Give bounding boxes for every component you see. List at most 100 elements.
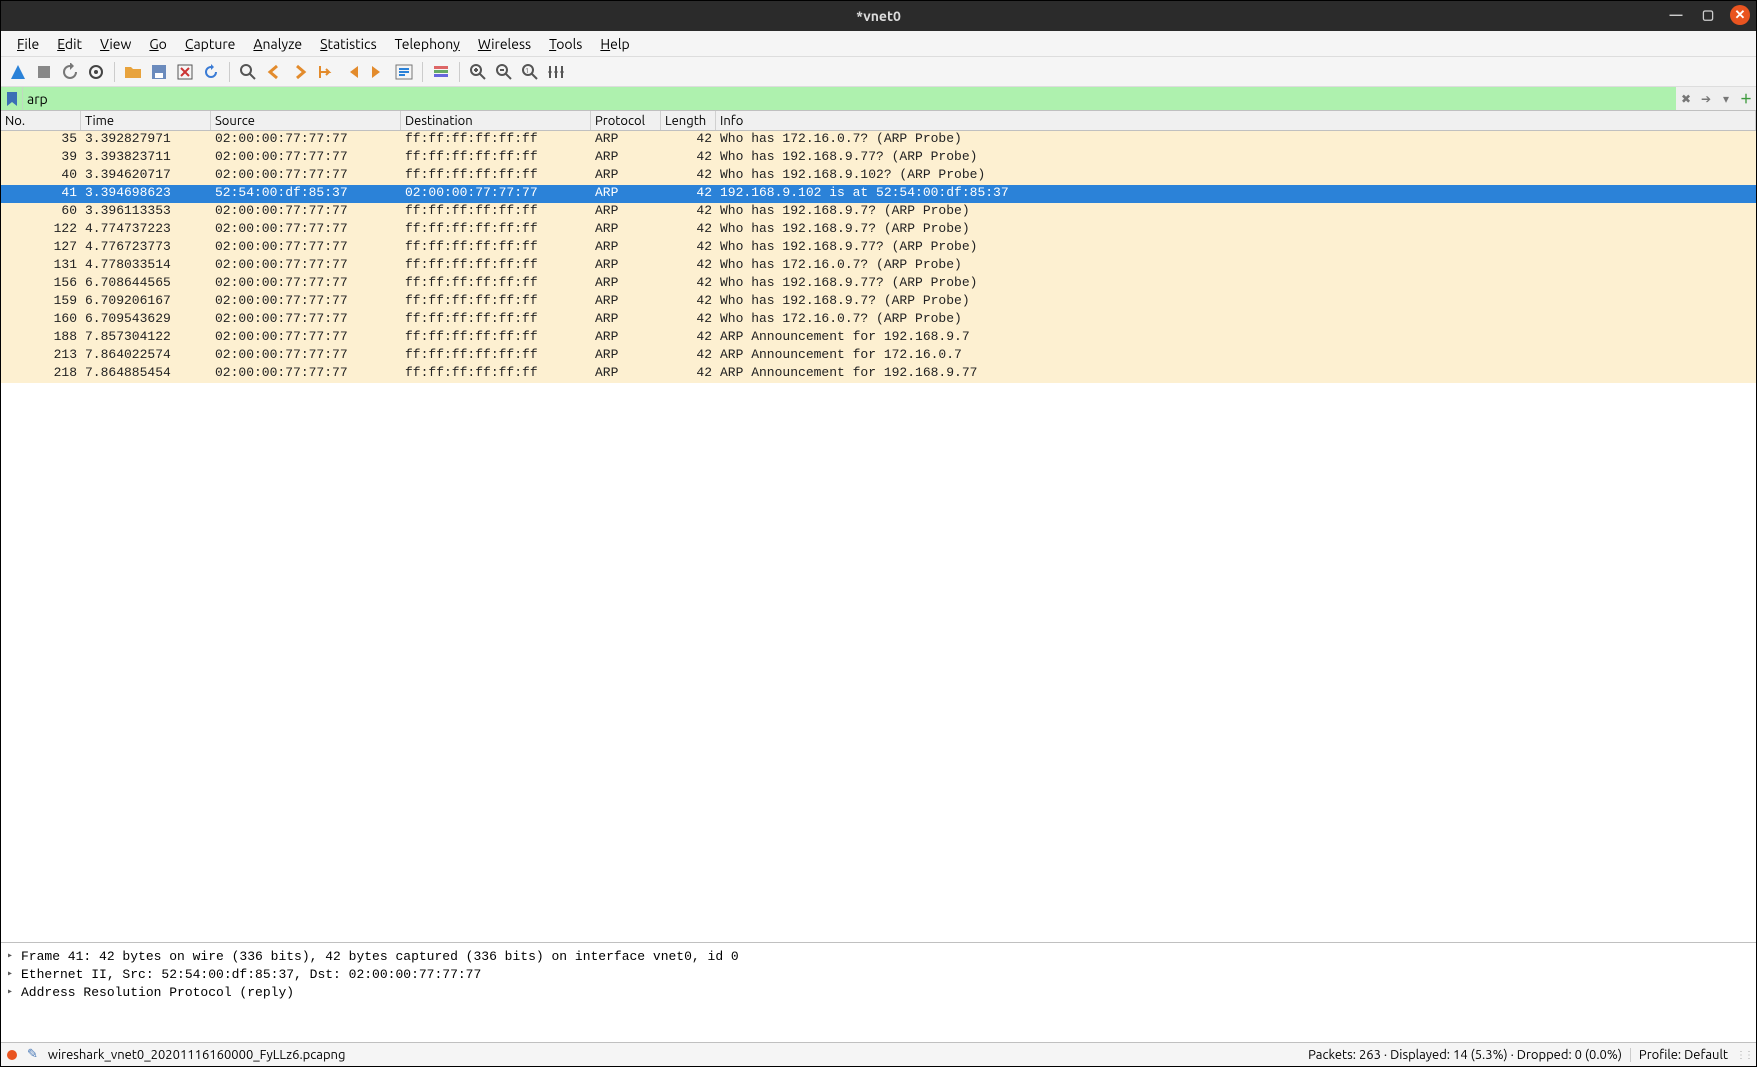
menu-edit[interactable]: Edit — [49, 34, 90, 54]
packet-row[interactable]: 1606.70954362902:00:00:77:77:77ff:ff:ff:… — [1, 311, 1756, 329]
header-source[interactable]: Source — [211, 111, 401, 130]
menu-tools[interactable]: Tools — [541, 34, 590, 54]
menu-analyze[interactable]: Analyze — [245, 34, 310, 54]
go-last-icon[interactable] — [367, 61, 389, 83]
minimize-button[interactable]: — — [1666, 5, 1686, 25]
menu-bar: FileEditViewGoCaptureAnalyzeStatisticsTe… — [1, 31, 1756, 57]
display-filter-input[interactable] — [23, 87, 1676, 110]
reload-icon[interactable] — [200, 61, 222, 83]
menu-file[interactable]: File — [9, 34, 47, 54]
filter-add-icon[interactable]: ＋ — [1736, 89, 1756, 109]
cell-src: 02:00:00:77:77:77 — [211, 329, 401, 347]
colorize-icon[interactable] — [430, 61, 452, 83]
menu-help[interactable]: Help — [592, 34, 637, 54]
detail-tree-item[interactable]: ▸Frame 41: 42 bytes on wire (336 bits), … — [7, 947, 1750, 965]
cell-proto: ARP — [591, 167, 661, 185]
packet-row[interactable]: 393.39382371102:00:00:77:77:77ff:ff:ff:f… — [1, 149, 1756, 167]
cell-dst: ff:ff:ff:ff:ff:ff — [401, 365, 591, 383]
save-file-icon[interactable] — [148, 61, 170, 83]
packet-row[interactable]: 1314.77803351402:00:00:77:77:77ff:ff:ff:… — [1, 257, 1756, 275]
packet-list-body[interactable]: 353.39282797102:00:00:77:77:77ff:ff:ff:f… — [1, 131, 1756, 942]
expand-icon[interactable]: ▸ — [7, 950, 21, 962]
packet-row[interactable]: 1596.70920616702:00:00:77:77:77ff:ff:ff:… — [1, 293, 1756, 311]
resize-grip-icon[interactable]: ⋮⋮ — [1736, 1049, 1750, 1061]
capture-options-icon[interactable] — [85, 61, 107, 83]
cell-info: Who has 172.16.0.7? (ARP Probe) — [716, 257, 1756, 275]
cell-len: 42 — [661, 221, 716, 239]
window-controls: — ▢ ✕ — [1666, 5, 1750, 25]
packet-row[interactable]: 2187.86488545402:00:00:77:77:77ff:ff:ff:… — [1, 365, 1756, 383]
menu-capture[interactable]: Capture — [177, 34, 244, 54]
menu-wireless[interactable]: Wireless — [470, 34, 539, 54]
auto-scroll-icon[interactable] — [393, 61, 415, 83]
filter-bookmark-icon[interactable] — [1, 87, 23, 110]
cell-len: 42 — [661, 311, 716, 329]
status-bar: ✎ wireshark_vnet0_20201116160000_FyLLz6.… — [1, 1042, 1756, 1066]
open-file-icon[interactable] — [122, 61, 144, 83]
packet-row[interactable]: 413.39469862352:54:00:df:85:3702:00:00:7… — [1, 185, 1756, 203]
header-time[interactable]: Time — [81, 111, 211, 130]
svg-text:1: 1 — [525, 67, 529, 75]
go-first-icon[interactable] — [341, 61, 363, 83]
packet-row[interactable]: 353.39282797102:00:00:77:77:77ff:ff:ff:f… — [1, 131, 1756, 149]
cell-len: 42 — [661, 203, 716, 221]
cell-time: 3.394620717 — [81, 167, 211, 185]
header-destination[interactable]: Destination — [401, 111, 591, 130]
menu-go[interactable]: Go — [141, 34, 175, 54]
filter-recent-icon[interactable]: ▾ — [1716, 89, 1736, 109]
cell-info: ARP Announcement for 192.168.9.77 — [716, 365, 1756, 383]
packet-details-pane[interactable]: ▸Frame 41: 42 bytes on wire (336 bits), … — [1, 942, 1756, 1042]
status-profile[interactable]: Profile: Default — [1630, 1048, 1736, 1062]
expand-icon[interactable]: ▸ — [7, 986, 21, 998]
cell-src: 02:00:00:77:77:77 — [211, 257, 401, 275]
capture-file-properties-icon[interactable]: ✎ — [27, 1047, 38, 1062]
packet-row[interactable]: 2137.86402257402:00:00:77:77:77ff:ff:ff:… — [1, 347, 1756, 365]
header-protocol[interactable]: Protocol — [591, 111, 661, 130]
zoom-out-icon[interactable] — [493, 61, 515, 83]
header-info[interactable]: Info — [716, 111, 1756, 130]
zoom-in-icon[interactable] — [467, 61, 489, 83]
cell-proto: ARP — [591, 311, 661, 329]
go-next-icon[interactable] — [289, 61, 311, 83]
packet-row[interactable]: 1274.77672377302:00:00:77:77:77ff:ff:ff:… — [1, 239, 1756, 257]
maximize-button[interactable]: ▢ — [1698, 5, 1718, 25]
packet-row[interactable]: 1566.70864456502:00:00:77:77:77ff:ff:ff:… — [1, 275, 1756, 293]
menu-statistics[interactable]: Statistics — [312, 34, 384, 54]
expand-icon[interactable]: ▸ — [7, 968, 21, 980]
filter-clear-icon[interactable]: ✖ — [1676, 89, 1696, 109]
start-capture-icon[interactable] — [7, 61, 29, 83]
packet-list-pane: No. Time Source Destination Protocol Len… — [1, 111, 1756, 942]
restart-capture-icon[interactable] — [59, 61, 81, 83]
stop-capture-icon[interactable] — [33, 61, 55, 83]
cell-info: Who has 192.168.9.77? (ARP Probe) — [716, 239, 1756, 257]
resize-columns-icon[interactable] — [545, 61, 567, 83]
cell-src: 02:00:00:77:77:77 — [211, 221, 401, 239]
find-packet-icon[interactable] — [237, 61, 259, 83]
cell-info: Who has 192.168.9.7? (ARP Probe) — [716, 203, 1756, 221]
menu-view[interactable]: View — [92, 34, 139, 54]
detail-tree-item[interactable]: ▸Ethernet II, Src: 52:54:00:df:85:37, Ds… — [7, 965, 1750, 983]
go-previous-icon[interactable] — [263, 61, 285, 83]
cell-time: 3.394698623 — [81, 185, 211, 203]
menu-telephony[interactable]: Telephony — [387, 34, 468, 54]
cell-proto: ARP — [591, 131, 661, 149]
close-button[interactable]: ✕ — [1730, 5, 1750, 25]
close-file-icon[interactable] — [174, 61, 196, 83]
packet-row[interactable]: 603.39611335302:00:00:77:77:77ff:ff:ff:f… — [1, 203, 1756, 221]
cell-src: 02:00:00:77:77:77 — [211, 149, 401, 167]
filter-apply-icon[interactable]: ➔ — [1696, 89, 1716, 109]
detail-tree-item[interactable]: ▸Address Resolution Protocol (reply) — [7, 983, 1750, 1001]
packet-row[interactable]: 1224.77473722302:00:00:77:77:77ff:ff:ff:… — [1, 221, 1756, 239]
cell-dst: ff:ff:ff:ff:ff:ff — [401, 257, 591, 275]
packet-row[interactable]: 1887.85730412202:00:00:77:77:77ff:ff:ff:… — [1, 329, 1756, 347]
header-no[interactable]: No. — [1, 111, 81, 130]
header-length[interactable]: Length — [661, 111, 716, 130]
cell-len: 42 — [661, 365, 716, 383]
expert-info-icon[interactable] — [7, 1050, 17, 1060]
packet-row[interactable]: 403.39462071702:00:00:77:77:77ff:ff:ff:f… — [1, 167, 1756, 185]
go-to-packet-icon[interactable] — [315, 61, 337, 83]
packet-list-header[interactable]: No. Time Source Destination Protocol Len… — [1, 111, 1756, 131]
zoom-reset-icon[interactable]: 1 — [519, 61, 541, 83]
detail-text: Address Resolution Protocol (reply) — [21, 985, 294, 1000]
cell-info: Who has 192.168.9.77? (ARP Probe) — [716, 149, 1756, 167]
